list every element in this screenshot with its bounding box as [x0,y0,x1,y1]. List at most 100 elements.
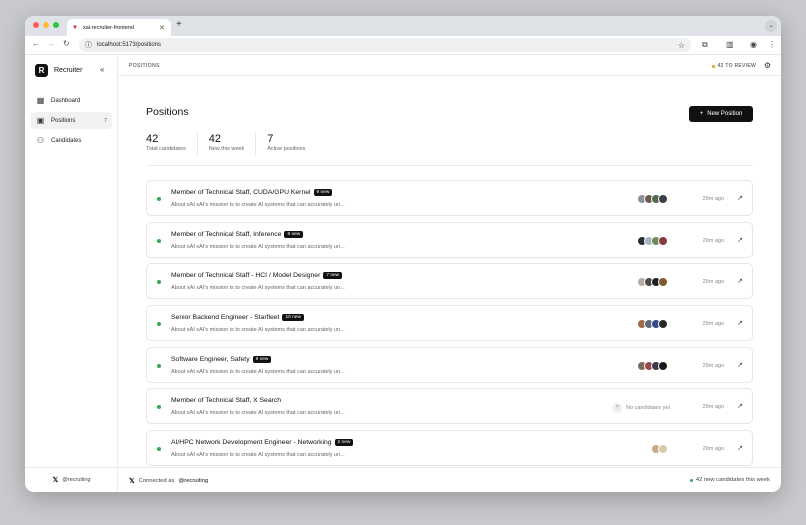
sidebar-item-label: Positions [51,117,76,124]
sidebar-footer[interactable]: 𝕏 @recruiting [25,467,118,492]
positions-count: 7 [103,117,107,124]
menu-kebab-icon[interactable]: ⋮ [768,40,776,49]
sidepanel-icon[interactable]: ▥ [726,40,734,49]
updated-time: 29m ago [702,362,724,369]
updated-time: 29m ago [702,196,724,202]
stat-new-this-week: 42 New this week [208,133,257,155]
extensions-icon[interactable]: ⧉ [702,40,708,50]
new-count-badge: 10 new [282,314,304,322]
stat-label: New this week [208,146,245,152]
position-card[interactable]: Member of Technical Staff, Inference 6 ne… [146,221,753,258]
plus-icon: + [699,111,704,117]
new-count-badge: 6 new [284,230,304,238]
gear-icon[interactable]: ⚙ [764,61,771,70]
active-status-dot [157,405,161,410]
sidebar-item-label: Dashboard [51,97,81,104]
address-bar[interactable]: ⓘ localhost:5173/positions ☆ [79,38,691,52]
site-info-icon[interactable]: ⓘ [85,40,92,50]
users-icon: ⚇ [36,136,45,145]
profile-icon[interactable]: ◉ [750,40,757,49]
reload-icon[interactable]: ↻ [63,39,70,48]
forward-icon[interactable]: → [47,39,55,48]
position-title-wrap: AI/HPC Network Development Engineer - Ne… [171,439,354,447]
active-status-dot [157,197,161,201]
app: R Recruiter « ▦ Dashboard ▣ Positions 7 … [25,56,781,492]
top-bar: POSITIONS 42 TO REVIEW ⚙ [118,56,781,76]
position-description: About xAI xAI's mission is to create AI … [171,285,345,292]
grid-icon: ▦ [36,96,45,105]
position-title: AI/HPC Network Development Engineer - Ne… [171,439,332,447]
maximize-window-icon[interactable] [53,22,59,28]
position-card[interactable]: Senior Backend Engineer - Starfleet 10 ne… [146,305,753,342]
position-title: Member of Technical Staff, Inference [171,230,282,238]
new-tab-icon[interactable]: + [176,19,182,30]
sidebar-item-dashboard[interactable]: ▦ Dashboard [31,92,112,109]
minimize-window-icon[interactable] [43,22,49,28]
open-external-icon[interactable]: ↗ [737,194,743,202]
open-external-icon[interactable]: ↗ [737,277,743,285]
candidate-avatars[interactable] [637,235,668,246]
tab-strip: ▼ xai-recruiter-frontend ✕ + ⌄ [25,16,781,36]
weekly-text: 42 new candidates this week [695,477,770,483]
browser-toolbar: ← → ↻ ⓘ localhost:5173/positions ☆ ⧉ ▥ ◉… [25,36,781,55]
open-external-icon[interactable]: ↗ [737,319,743,327]
candidate-avatars[interactable] [637,360,668,371]
new-position-button[interactable]: + New Position [689,106,753,122]
collapse-sidebar-icon[interactable]: « [100,65,104,74]
open-external-icon[interactable]: ↗ [737,402,743,410]
tab-search-icon[interactable]: ⌄ [765,20,777,32]
live-dot-icon [689,478,693,482]
position-card[interactable]: Software Engineer, Safety 8 new About xAI … [146,346,753,383]
position-title: Senior Backend Engineer - Starfleet [171,314,280,322]
new-count-badge: 9 new [313,189,333,196]
stat-active-positions: 7 Active positions [267,133,316,155]
candidate-avatars[interactable] [637,319,668,330]
position-title-wrap: Member of Technical Staff, Inference 6 ne… [171,230,304,238]
brand-name: Recruiter [54,67,83,74]
active-status-dot [157,322,161,327]
candidate-avatars[interactable] [637,194,668,204]
review-indicator[interactable]: 42 TO REVIEW [711,63,756,69]
avatar [658,277,668,288]
open-external-icon[interactable]: ↗ [737,444,743,452]
browser-tab[interactable]: ▼ xai-recruiter-frontend ✕ [67,19,171,36]
active-status-dot [157,280,161,285]
position-title-wrap: Member of Technical Staff, X Search [171,397,281,404]
weekly-summary: 42 new candidates this week [689,477,770,483]
back-icon[interactable]: ← [32,39,40,48]
positions-list: Member of Technical Staff, CUDA/GPU Kern… [146,180,753,472]
stats-row: 42 Total candidates 42 New this week 7 A… [146,133,327,155]
breadcrumb: POSITIONS [129,63,160,69]
position-title: Member of Technical Staff - HCI / Model … [171,272,321,280]
active-status-dot [157,447,161,452]
position-title: Software Engineer, Safety [171,355,250,363]
open-external-icon[interactable]: ↗ [737,361,743,369]
sidebar-handle: @recruiting [62,477,91,483]
close-window-icon[interactable] [33,22,39,28]
sidebar-item-positions[interactable]: ▣ Positions 7 [31,112,112,129]
status-bar: 𝕏 Connected as @recruiting 42 new candid… [118,467,781,492]
position-title-wrap: Member of Technical Staff - HCI / Model … [171,272,343,280]
stat-value: 42 [146,133,159,145]
candidate-avatars[interactable] [637,277,668,288]
position-card[interactable]: AI/HPC Network Development Engineer - Ne… [146,430,753,467]
no-candidates: ? No candidates yet [611,403,670,414]
divider [146,165,753,166]
position-card[interactable]: Member of Technical Staff, X Search About… [146,388,753,425]
open-external-icon[interactable]: ↗ [737,236,743,244]
close-tab-icon[interactable]: ✕ [159,24,165,32]
sidebar-item-candidates[interactable]: ⚇ Candidates [31,132,112,149]
position-card[interactable]: Member of Technical Staff - HCI / Model … [146,263,753,300]
x-logo-icon: 𝕏 [52,477,59,484]
candidate-avatars[interactable] [651,444,668,455]
brand[interactable]: R Recruiter [35,64,82,77]
bookmark-star-icon[interactable]: ☆ [678,41,685,50]
review-text: 42 TO REVIEW [717,63,756,69]
stat-value: 42 [208,133,221,145]
avatar [658,235,668,246]
stat-label: Total candidates [146,146,186,152]
updated-time: 29m ago [702,321,724,328]
position-card[interactable]: Member of Technical Staff, CUDA/GPU Kern… [146,180,753,216]
new-count-badge: 7 new [323,272,343,280]
new-count-badge: 2 new [334,439,354,447]
